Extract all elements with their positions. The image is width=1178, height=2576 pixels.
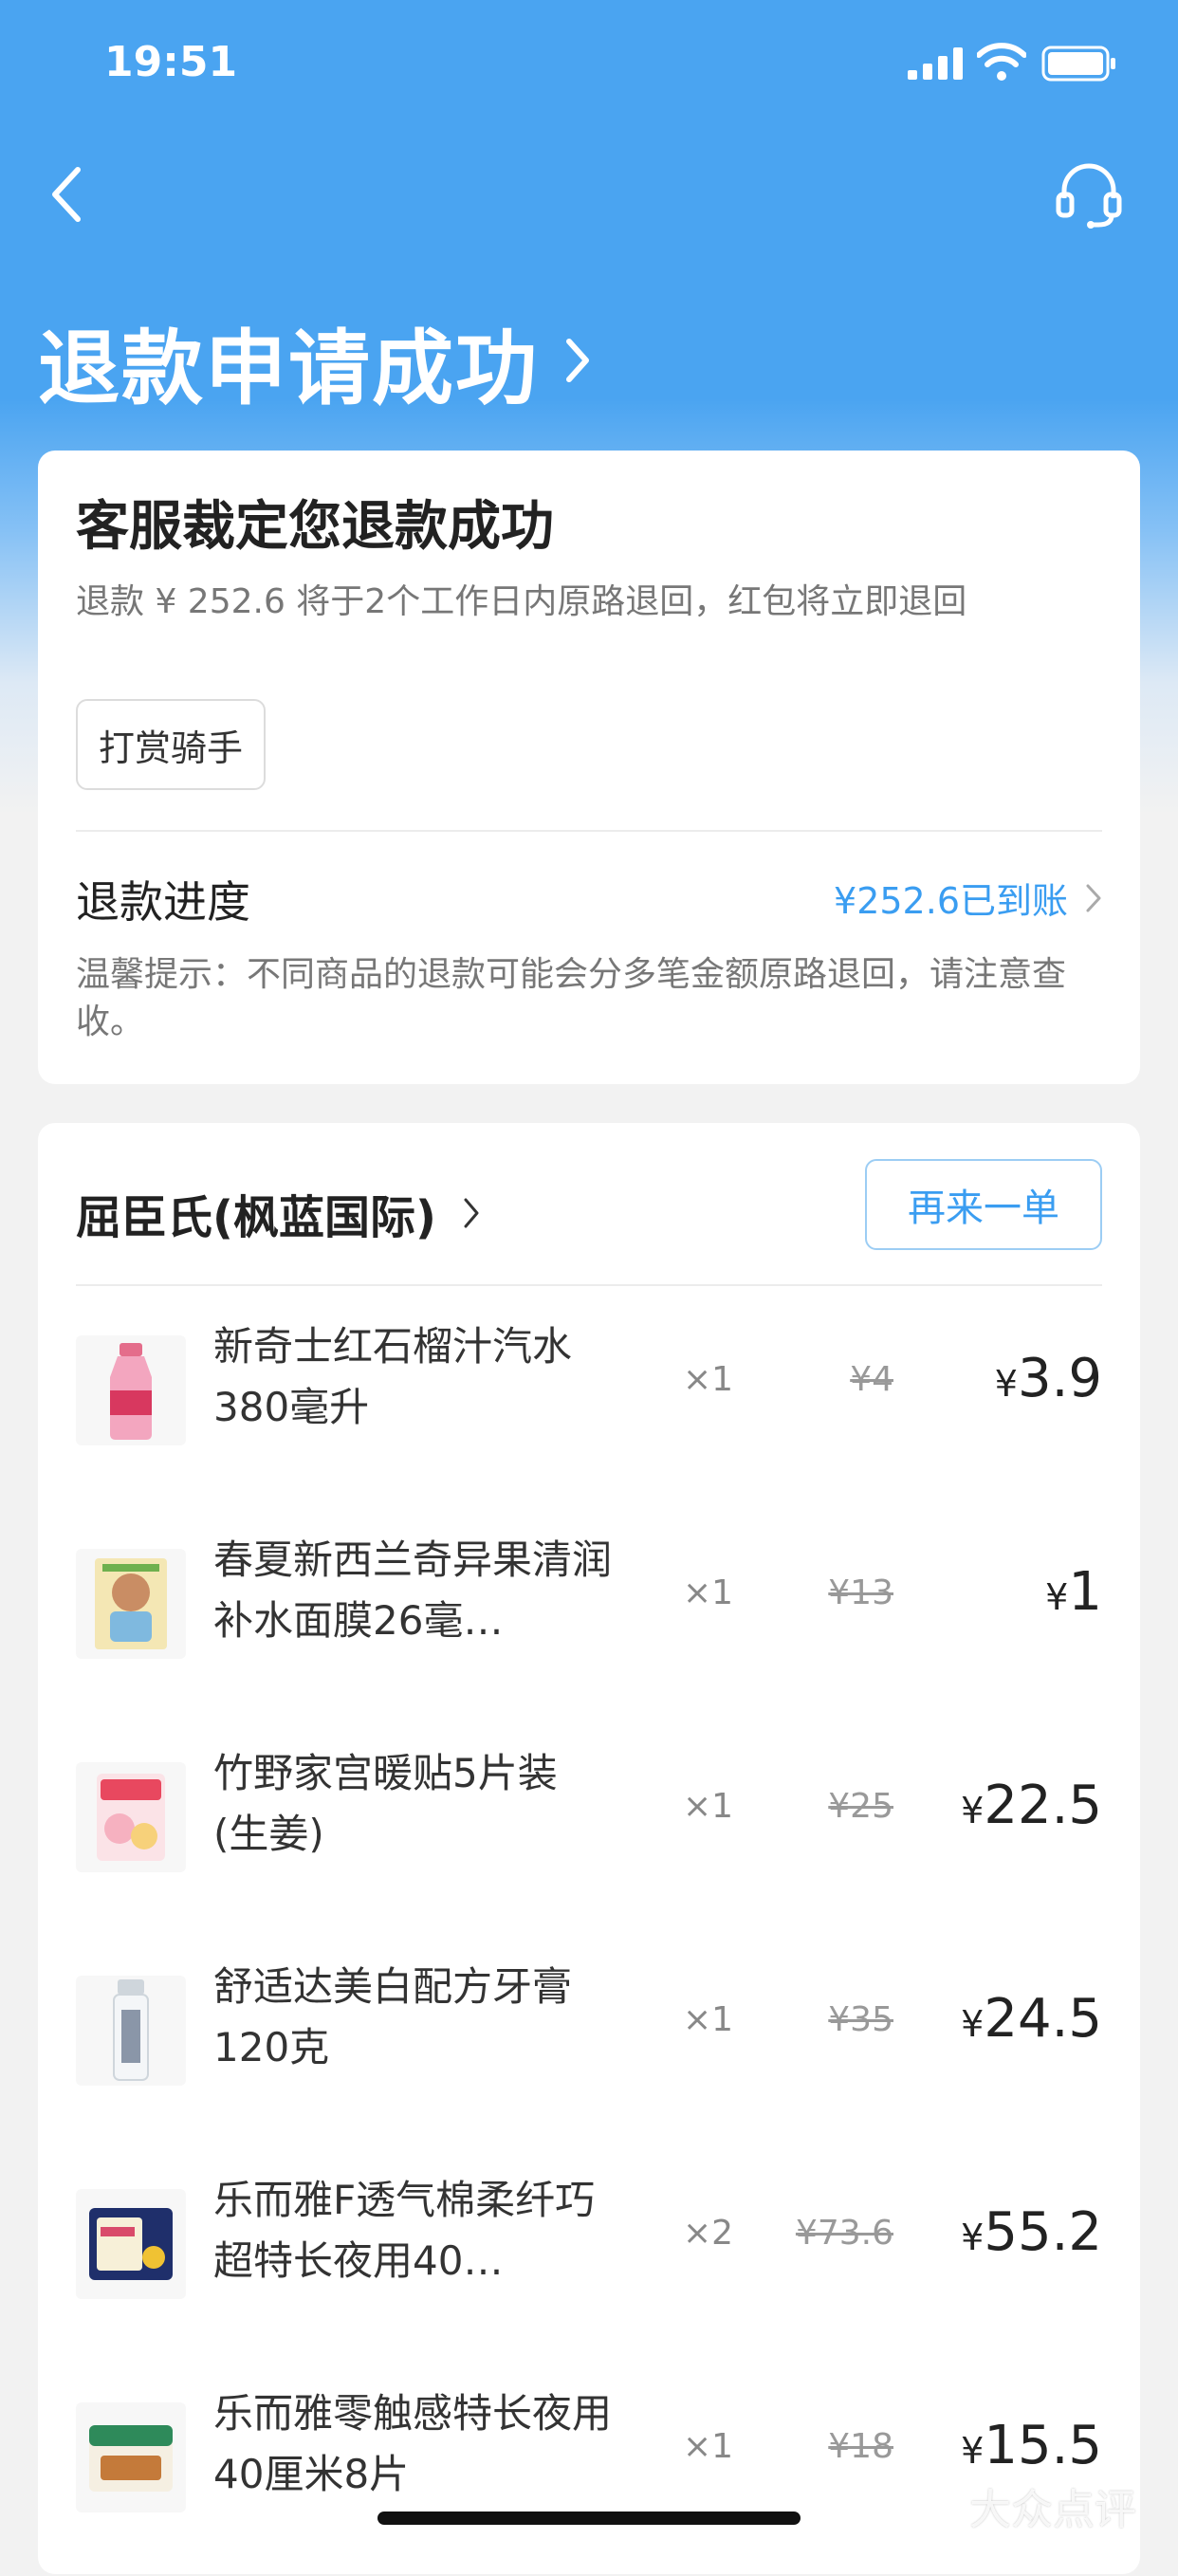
item-price: ¥22.5 [961, 1775, 1102, 1836]
face-mask-thumb [76, 1549, 186, 1659]
item-original-price: ¥18 [828, 2427, 893, 2466]
refund-tip: 温馨提示：不同商品的退款可能会分多笔金额原路退回，请注意查收。 [76, 955, 1067, 1041]
currency-symbol: ¥ [1045, 1576, 1069, 1618]
refund-progress-amount: ¥252.6已到账 [834, 880, 1068, 922]
item-original-price: ¥35 [828, 2000, 893, 2039]
item-price: ¥15.5 [961, 2415, 1102, 2476]
refund-progress-link[interactable]: ¥252.6已到账 [834, 872, 1102, 924]
shop-name: 屈臣氏(枫蓝国际) [76, 1191, 436, 1244]
item-quantity: ×1 [683, 2000, 734, 2039]
item-original-price: ¥13 [828, 1573, 893, 1612]
currency-symbol: ¥ [961, 2430, 985, 2472]
item-price-value: 15.5 [984, 2415, 1102, 2476]
status-time: 19:51 [104, 38, 238, 86]
item-name: 春夏新西兰奇异果清润补水面膜26毫… [213, 1536, 612, 1644]
reorder-button[interactable]: 再来一单 [865, 1159, 1102, 1250]
watermark-text: 大众点评 [969, 2486, 1136, 2534]
item-quantity: ×1 [683, 1787, 734, 1826]
refund-result-subtitle: 退款 ¥ 252.6 将于2个工作日内原路退回，红包将立即退回 [76, 582, 967, 621]
order-item[interactable]: 竹野家宫暖贴5片装(生姜) ×1 ¥25 ¥22.5 [38, 1722, 1140, 1936]
item-quantity: ×2 [683, 2214, 734, 2253]
divider [76, 1284, 1102, 1286]
order-item[interactable]: 乐而雅零触感特长夜用40厘米8片 ×1 ¥18 ¥15.5 [38, 2363, 1140, 2576]
tip-rider-button[interactable]: 打赏骑手 [76, 699, 266, 790]
order-item[interactable]: 新奇士红石榴汁汽水380毫升 ×1 ¥4 ¥3.9 [38, 1296, 1140, 1509]
currency-symbol: ¥ [961, 2217, 985, 2258]
item-name: 乐而雅F透气棉柔纤巧超特长夜用40… [213, 2177, 596, 2284]
currency-symbol: ¥ [961, 1790, 985, 1831]
currency-symbol: ¥ [961, 2003, 985, 2045]
item-price-value: 1 [1068, 1561, 1102, 1623]
item-price: ¥55.2 [961, 2201, 1102, 2263]
item-name: 乐而雅零触感特长夜用40厘米8片 [213, 2390, 612, 2497]
item-original-price: ¥73.6 [795, 2214, 893, 2253]
toothpaste-thumb [76, 1976, 186, 2086]
signal-icon [908, 47, 963, 80]
back-chevron-icon[interactable] [38, 156, 104, 232]
item-price-value: 55.2 [984, 2201, 1102, 2263]
divider [76, 830, 1102, 832]
refund-result-card: 客服裁定您退款成功 退款 ¥ 252.6 将于2个工作日内原路退回，红包将立即退… [38, 451, 1140, 1084]
item-quantity: ×1 [683, 1360, 734, 1399]
status-bar: 19:51 [0, 0, 1178, 128]
dianping-logo-icon [914, 2481, 960, 2527]
currency-symbol: ¥ [994, 1363, 1018, 1405]
item-name: 舒适达美白配方牙膏120克 [213, 1963, 573, 2070]
page-title-row[interactable]: 退款申请成功 [38, 308, 592, 416]
item-price-value: 3.9 [1017, 1348, 1102, 1409]
item-price-value: 24.5 [984, 1988, 1102, 2050]
pink-bottle-thumb [76, 1335, 186, 1445]
order-item[interactable]: 舒适达美白配方牙膏120克 ×1 ¥35 ¥24.5 [38, 1936, 1140, 2149]
wifi-icon [977, 43, 1026, 81]
item-price: ¥24.5 [961, 1988, 1102, 2050]
order-item[interactable]: 乐而雅F透气棉柔纤巧超特长夜用40… ×2 ¥73.6 ¥55.2 [38, 2149, 1140, 2363]
item-quantity: ×1 [683, 1573, 734, 1612]
item-price-value: 22.5 [984, 1775, 1102, 1836]
dianping-watermark: 大众点评 [911, 2475, 1136, 2536]
warmer-pack-thumb [76, 1762, 186, 1872]
refund-progress-label: 退款进度 [76, 876, 250, 928]
home-indicator[interactable] [377, 2512, 801, 2525]
page-title: 退款申请成功 [38, 321, 539, 416]
order-item[interactable]: 春夏新西兰奇异果清润补水面膜26毫… ×1 ¥13 ¥1 [38, 1509, 1140, 1722]
pad-pack-thumb [76, 2189, 186, 2299]
item-price: ¥1 [1045, 1561, 1102, 1623]
battery-icon [1041, 46, 1115, 82]
chevron-right-icon [1086, 884, 1101, 911]
item-name: 新奇士红石榴汁汽水380毫升 [213, 1323, 573, 1430]
order-card: 屈臣氏(枫蓝国际) 再来一单 新奇士红石榴汁汽水380毫升 ×1 ¥4 ¥3.9… [38, 1123, 1140, 2574]
customer-service-headset-icon[interactable] [1051, 156, 1127, 232]
refund-result-title: 客服裁定您退款成功 [76, 496, 554, 558]
chevron-right-icon [464, 1198, 479, 1228]
item-original-price: ¥4 [850, 1360, 893, 1399]
pad-pack-thumb-2 [76, 2402, 186, 2512]
chevron-right-icon [566, 339, 589, 382]
shop-link[interactable]: 屈臣氏(枫蓝国际) [76, 1170, 480, 1256]
item-price: ¥3.9 [995, 1348, 1102, 1409]
item-original-price: ¥25 [828, 1787, 893, 1826]
item-quantity: ×1 [683, 2427, 734, 2466]
item-name: 竹野家宫暖贴5片装(生姜) [213, 1750, 558, 1857]
